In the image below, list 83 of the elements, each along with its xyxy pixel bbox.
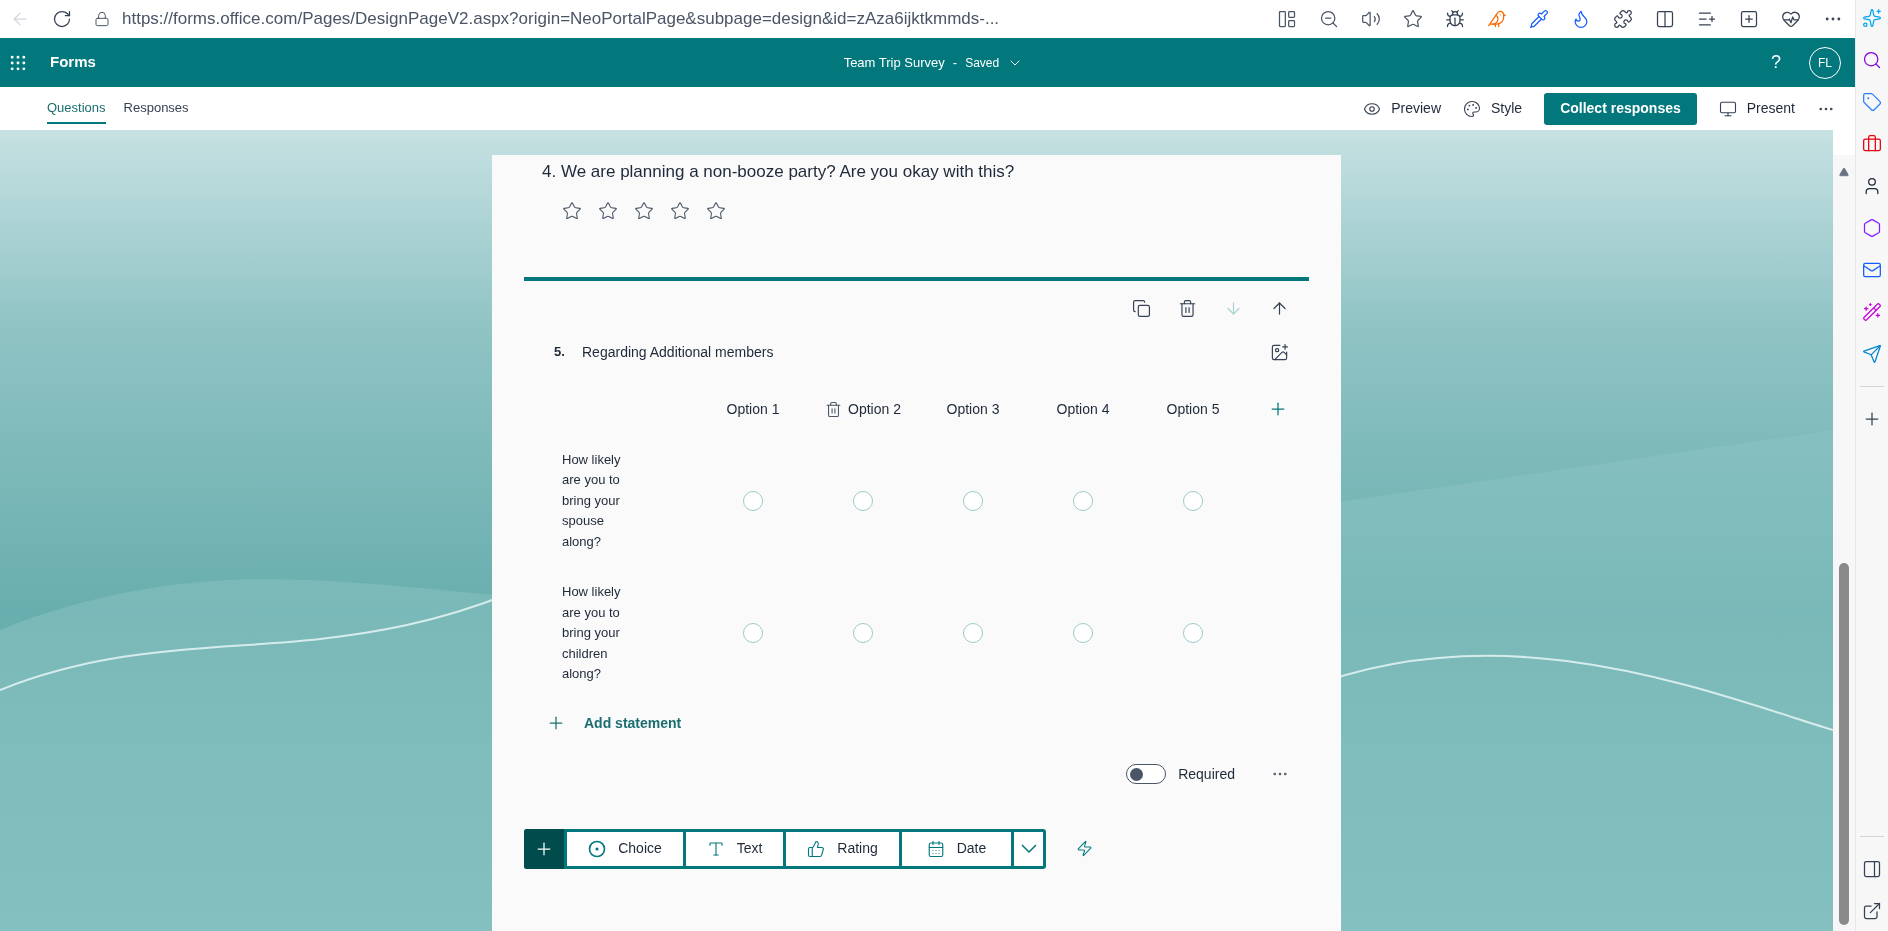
radio-button[interactable] bbox=[853, 490, 873, 511]
briefcase-icon[interactable] bbox=[1862, 134, 1882, 154]
lock-icon bbox=[94, 11, 110, 27]
collect-responses-button[interactable]: Collect responses bbox=[1544, 92, 1697, 125]
tab[interactable]: Responses bbox=[123, 93, 189, 124]
star-icon[interactable] bbox=[598, 200, 618, 221]
insert-media-icon[interactable] bbox=[1270, 342, 1289, 362]
radio-button[interactable] bbox=[1073, 623, 1093, 644]
style-icon bbox=[1463, 99, 1481, 118]
address-bar[interactable]: https://forms.office.com/Pages/DesignPageV2.aspx?origin=NeoPortalPage&subpage=design&id=zAza6ijktkmmds-... bbox=[122, 6, 1000, 32]
radio-button[interactable] bbox=[853, 623, 873, 644]
more-types-button[interactable] bbox=[1014, 831, 1043, 866]
radio-button[interactable] bbox=[1183, 490, 1203, 511]
question-title: 4. We are planning a non-booze party? Are you okay with this? bbox=[542, 161, 1016, 183]
save-status: Saved bbox=[965, 54, 1000, 72]
app-name[interactable]: Forms bbox=[50, 51, 96, 74]
dropper-icon[interactable] bbox=[1529, 9, 1549, 29]
external-link-icon[interactable] bbox=[1862, 901, 1882, 921]
rating-type-icon bbox=[807, 839, 826, 858]
option-label[interactable]: Option 3 bbox=[946, 398, 1000, 420]
chevron-down-icon bbox=[1020, 844, 1037, 853]
question-type-button[interactable]: Choice bbox=[567, 831, 683, 866]
hexagon-icon[interactable] bbox=[1862, 218, 1882, 238]
present-icon bbox=[1718, 99, 1737, 118]
option-label[interactable]: Option 2 bbox=[848, 398, 901, 420]
search-icon[interactable] bbox=[1862, 50, 1882, 70]
question-type-button[interactable]: Rating bbox=[786, 831, 899, 866]
required-toggle[interactable] bbox=[1126, 764, 1167, 784]
radio-button[interactable] bbox=[743, 623, 763, 644]
bird-icon[interactable] bbox=[1487, 9, 1507, 29]
option-label[interactable]: Option 4 bbox=[1056, 398, 1110, 420]
radio-button[interactable] bbox=[963, 623, 983, 644]
tab-layout-icon[interactable] bbox=[1277, 9, 1297, 29]
copy-icon[interactable] bbox=[1132, 298, 1151, 318]
scrollbar[interactable] bbox=[1833, 155, 1855, 931]
question-type-button[interactable]: Date bbox=[902, 831, 1011, 866]
scroll-up-icon[interactable] bbox=[1839, 167, 1849, 177]
toolbar-action[interactable]: Style bbox=[1463, 98, 1523, 119]
question-title[interactable]: Regarding Additional members bbox=[582, 341, 774, 363]
scrollbar-thumb[interactable] bbox=[1839, 563, 1849, 925]
add-statement-button[interactable]: Add statement bbox=[546, 712, 682, 734]
star-icon[interactable] bbox=[706, 200, 726, 221]
delete-option-icon[interactable] bbox=[825, 400, 843, 418]
title-separator: - bbox=[952, 53, 958, 72]
toolbar-action[interactable]: Preview bbox=[1363, 98, 1441, 119]
radio-button[interactable] bbox=[743, 490, 763, 511]
wand-icon[interactable] bbox=[1862, 302, 1882, 322]
refresh-icon[interactable] bbox=[52, 9, 72, 29]
radio-button[interactable] bbox=[1183, 623, 1203, 644]
send-icon[interactable] bbox=[1862, 344, 1882, 364]
question-type-button[interactable]: Text bbox=[686, 831, 783, 866]
read-aloud-icon[interactable] bbox=[1361, 9, 1381, 29]
split-screen-icon[interactable] bbox=[1655, 9, 1675, 29]
required-label: Required bbox=[1178, 764, 1235, 784]
lightning-icon[interactable] bbox=[1076, 840, 1093, 857]
collections-icon[interactable] bbox=[1739, 9, 1759, 29]
mail-icon[interactable] bbox=[1862, 260, 1882, 280]
help-button[interactable]: ? bbox=[1771, 49, 1781, 76]
question-number: 5. bbox=[554, 343, 566, 362]
option-label[interactable]: Option 5 bbox=[1166, 398, 1220, 420]
tab[interactable]: Questions bbox=[47, 93, 106, 124]
radio-button[interactable] bbox=[963, 490, 983, 511]
panel-icon[interactable] bbox=[1862, 859, 1882, 879]
star-icon[interactable] bbox=[670, 200, 690, 221]
favorite-star-icon[interactable] bbox=[1403, 9, 1423, 29]
radio-button[interactable] bbox=[1073, 490, 1093, 511]
bug-icon[interactable] bbox=[1445, 9, 1465, 29]
heart-pulse-icon[interactable] bbox=[1781, 9, 1801, 29]
text-type-icon bbox=[706, 839, 725, 858]
statement-text[interactable]: How likely are you to bring your children along? bbox=[562, 582, 698, 685]
choice-type-icon bbox=[588, 839, 607, 858]
extensions-icon[interactable] bbox=[1613, 9, 1633, 29]
form-title[interactable]: Team Trip Survey bbox=[843, 52, 945, 73]
tag-icon[interactable] bbox=[1862, 92, 1882, 112]
zoom-out-icon[interactable] bbox=[1319, 9, 1339, 29]
delete-icon[interactable] bbox=[1178, 298, 1197, 318]
toolbar-action[interactable]: Present bbox=[1718, 98, 1795, 119]
add-question-button[interactable] bbox=[524, 828, 564, 869]
star-icon[interactable] bbox=[562, 200, 582, 221]
option-label[interactable]: Option 1 bbox=[726, 398, 780, 420]
date-type-icon bbox=[926, 839, 945, 858]
statement-text[interactable]: How likely are you to bring your spouse along? bbox=[562, 449, 698, 552]
star-icon[interactable] bbox=[634, 200, 654, 221]
